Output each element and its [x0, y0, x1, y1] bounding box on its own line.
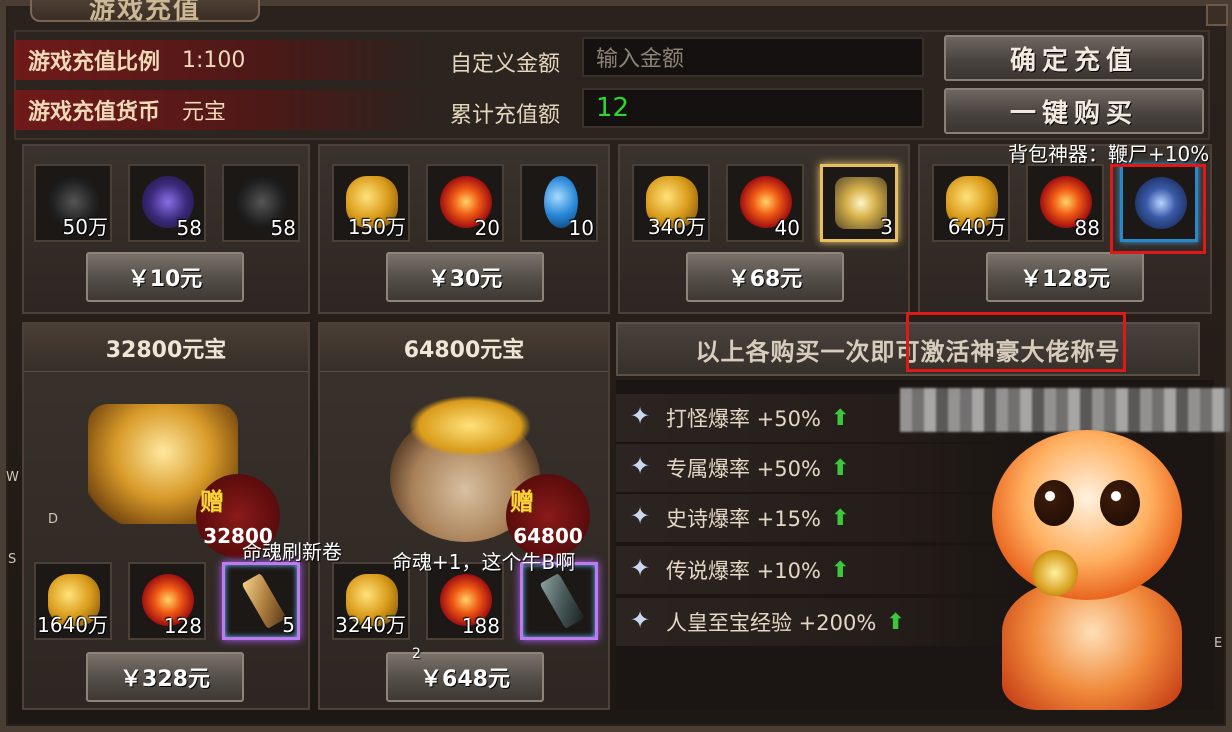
scroll-note-2: 命魂+1，这个牛B啊	[392, 550, 576, 574]
ratio-row: 游戏充值比例 1:100	[14, 40, 434, 80]
item-qty: 3240万	[335, 613, 406, 637]
buy-10-button[interactable]: ￥10元	[86, 252, 244, 302]
bonus-label: 专属爆率 +50%	[666, 457, 821, 481]
pack-panel-68: 340万 40 3 ￥68元	[618, 144, 910, 314]
pack-item-slot[interactable]: 10	[520, 164, 598, 242]
item-qty: 128	[163, 614, 202, 638]
item-qty: 3	[880, 215, 893, 239]
scroll-note-1: 命魂刷新卷	[242, 540, 342, 564]
bonus-row: 史诗爆率 +15% ⬆	[616, 494, 1016, 542]
item-qty: 58	[270, 216, 296, 240]
close-icon[interactable]	[1206, 4, 1228, 26]
wing-icon	[628, 502, 656, 530]
window-title-tab: 游戏充值	[30, 0, 260, 25]
mascot-head	[992, 430, 1182, 600]
gold-pile-icon	[410, 396, 530, 456]
pack-item-slot[interactable]: 40	[726, 164, 804, 242]
arrow-up-icon: ⬆	[886, 609, 905, 635]
pack-title: 32800元宝	[24, 324, 308, 372]
wing-icon	[628, 554, 656, 582]
pack-item-slot[interactable]: 3	[820, 164, 898, 242]
pack-item-slot[interactable]: 640万	[932, 164, 1010, 242]
item-qty: 5	[282, 613, 295, 637]
confirm-recharge-button[interactable]: 确定充值	[944, 35, 1204, 81]
pack-item-slot[interactable]: 88	[1026, 164, 1104, 242]
item-qty: 40	[774, 216, 800, 240]
item-qty: 20	[474, 216, 500, 240]
custom-amount-input[interactable]: 输入金额	[582, 37, 924, 77]
stray-mark: 2	[412, 646, 421, 662]
pack-title: 64800元宝	[320, 324, 608, 372]
wing-icon	[628, 402, 656, 430]
buy-30-button[interactable]: ￥30元	[386, 252, 544, 302]
side-letter: E	[1214, 636, 1223, 651]
item-qty: 10	[568, 216, 594, 240]
custom-amount-label: 自定义金额	[450, 52, 561, 77]
bonus-row: 传说爆率 +10% ⬆	[616, 546, 1016, 594]
pack-panel-648: 64800元宝 赠 64800 3240万 188 ￥648元	[318, 322, 610, 710]
side-letter: W	[6, 470, 19, 485]
item-qty: 88	[1074, 216, 1100, 240]
ratio-value: 1:100	[182, 47, 246, 73]
pack-item-slot[interactable]: 1640万	[34, 562, 112, 640]
pack-item-slot[interactable]: 58	[128, 164, 206, 242]
side-letter: D	[48, 512, 59, 527]
item-qty: 640万	[947, 215, 1006, 239]
bonus-label: 人皇至宝经验 +200%	[666, 611, 877, 635]
buy-648-button[interactable]: ￥648元	[386, 652, 544, 702]
pack-panel-328: 32800元宝 赠 32800 1640万 128 5 ￥328元	[22, 322, 310, 710]
pack-item-slot[interactable]: 5	[222, 562, 300, 640]
pack-panel-10: 50万 58 58 ￥10元	[22, 144, 310, 314]
ratio-label: 游戏充值比例	[28, 50, 161, 75]
item-qty: 58	[176, 216, 202, 240]
buy-68-button[interactable]: ￥68元	[686, 252, 844, 302]
highlight-box	[1110, 164, 1206, 254]
pack-item-slot[interactable]: 150万	[332, 164, 410, 242]
buy-128-button[interactable]: ￥128元	[986, 252, 1144, 302]
item-qty: 50万	[62, 215, 108, 239]
item-qty: 188	[461, 614, 500, 638]
coin-icon	[1032, 550, 1078, 596]
pack-item-slot[interactable]: 50万	[34, 164, 112, 242]
pack-item-slot[interactable]: 340万	[632, 164, 710, 242]
pack-item-slot[interactable]: 58	[222, 164, 300, 242]
arrow-up-icon: ⬆	[830, 557, 850, 583]
window-title: 游戏充值	[88, 0, 201, 25]
bonus-row: 人皇至宝经验 +200% ⬆	[616, 598, 1016, 646]
item-qty: 150万	[347, 215, 406, 239]
mascot-eye	[1034, 480, 1074, 526]
buy-328-button[interactable]: ￥328元	[86, 652, 244, 702]
arrow-up-icon: ⬆	[830, 405, 850, 431]
currency-label: 游戏充值货币	[28, 100, 161, 125]
currency-row: 游戏充值货币 元宝	[14, 90, 434, 130]
bonus-label: 史诗爆率 +15%	[666, 507, 821, 531]
bonus-value: 64800	[513, 524, 583, 548]
pack-item-slot[interactable]: 128	[128, 562, 206, 640]
artifact-note: 背包神器：鞭尸+10%	[1008, 142, 1210, 166]
wing-icon	[628, 606, 656, 634]
total-label: 累计充值额	[450, 103, 561, 128]
bonus-label: 打怪爆率 +50%	[666, 407, 821, 431]
scroll-icon	[539, 572, 585, 630]
scroll-icon	[241, 572, 287, 630]
bonus-row: 专属爆率 +50% ⬆	[616, 444, 1016, 492]
currency-value: 元宝	[182, 100, 227, 125]
bonus-tag: 赠	[200, 488, 224, 516]
buy-all-button[interactable]: 一键购买	[944, 88, 1204, 134]
pack-item-slot[interactable]: 20	[426, 164, 504, 242]
mascot-eye	[1100, 480, 1140, 526]
item-qty: 340万	[647, 215, 706, 239]
arrow-up-icon: ⬆	[830, 455, 850, 481]
total-value: 12	[582, 88, 924, 128]
wing-icon	[628, 452, 656, 480]
side-letter: S	[8, 552, 17, 567]
lion-dance-mascot-image	[962, 400, 1222, 710]
arrow-up-icon: ⬆	[830, 505, 850, 531]
bonus-label: 传说爆率 +10%	[666, 559, 821, 583]
bonus-tag: 赠	[510, 488, 534, 516]
pack-panel-30: 150万 20 10 ￥30元	[318, 144, 610, 314]
item-qty: 1640万	[37, 613, 108, 637]
highlight-box	[906, 312, 1126, 372]
